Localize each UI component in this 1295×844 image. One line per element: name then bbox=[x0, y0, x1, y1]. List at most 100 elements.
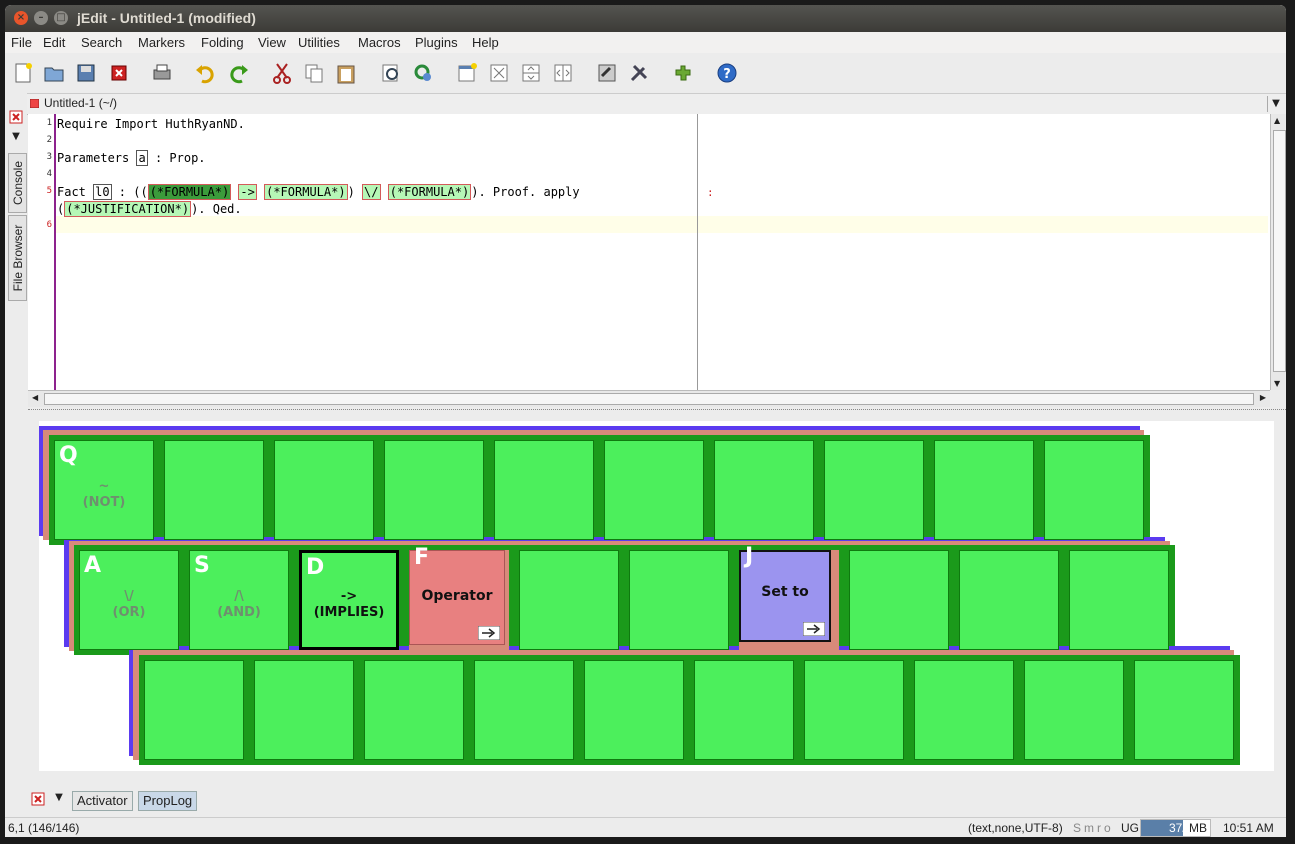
close-dock-icon[interactable] bbox=[8, 109, 24, 125]
key-y[interactable] bbox=[604, 440, 704, 540]
splitter[interactable] bbox=[28, 409, 1286, 414]
line-number: 1 bbox=[46, 118, 52, 128]
unsplit-icon[interactable] bbox=[488, 62, 510, 84]
vertical-scrollbar[interactable]: ▲ ▼ bbox=[1270, 114, 1286, 390]
split-horizontal-icon[interactable] bbox=[520, 62, 542, 84]
key-x[interactable] bbox=[254, 660, 354, 760]
key-l[interactable] bbox=[959, 550, 1059, 650]
scroll-left-icon[interactable]: ◀ bbox=[32, 393, 38, 402]
key-p[interactable] bbox=[1044, 440, 1144, 540]
line-number: 3 bbox=[46, 152, 52, 162]
jedit-window: × – □ jEdit - Untitled-1 (modified) File… bbox=[5, 5, 1286, 837]
key-c[interactable] bbox=[364, 660, 464, 760]
menu-help[interactable]: Help bbox=[472, 35, 499, 50]
menu-utilities[interactable]: Utilities bbox=[298, 35, 340, 50]
or-operator: \/ bbox=[362, 184, 381, 200]
menu-view[interactable]: View bbox=[258, 35, 286, 50]
scroll-down-icon[interactable]: ▼ bbox=[1274, 379, 1280, 388]
key-b[interactable] bbox=[584, 660, 684, 760]
buffer-options-icon[interactable] bbox=[596, 62, 618, 84]
line-number: 6 bbox=[46, 220, 52, 230]
paste-icon[interactable] bbox=[335, 62, 357, 84]
line-number: 5 bbox=[46, 186, 52, 196]
find-icon[interactable] bbox=[380, 62, 402, 84]
scroll-right-icon[interactable]: ▶ bbox=[1260, 393, 1266, 402]
key-z[interactable] bbox=[144, 660, 244, 760]
key-slash[interactable] bbox=[1134, 660, 1234, 760]
key-semicolon[interactable] bbox=[1069, 550, 1169, 650]
undo-icon[interactable] bbox=[194, 62, 216, 84]
help-icon[interactable]: ? bbox=[716, 62, 738, 84]
key-j[interactable]: J Set to bbox=[739, 544, 831, 642]
split-vertical-icon[interactable] bbox=[552, 62, 574, 84]
plugin-manager-icon[interactable] bbox=[672, 62, 694, 84]
key-k[interactable] bbox=[849, 550, 949, 650]
key-o[interactable] bbox=[934, 440, 1034, 540]
key-q[interactable]: Q ~ (NOT) bbox=[54, 440, 154, 540]
scroll-up-icon[interactable]: ▲ bbox=[1274, 116, 1280, 125]
find-replace-icon[interactable] bbox=[412, 62, 434, 84]
key-m[interactable] bbox=[804, 660, 904, 760]
horizontal-scrollbar[interactable]: ◀ ▶ bbox=[28, 390, 1270, 407]
cut-icon[interactable] bbox=[271, 62, 293, 84]
key-f[interactable]: F Operator bbox=[409, 545, 505, 645]
menu-file[interactable]: File bbox=[11, 35, 32, 50]
status-flags-2[interactable]: UG bbox=[1121, 821, 1139, 835]
tab-file-browser[interactable]: File Browser bbox=[8, 215, 27, 301]
bottom-dock: ▼ Activator PropLog bbox=[5, 783, 1286, 817]
key-v[interactable] bbox=[474, 660, 574, 760]
print-icon[interactable] bbox=[151, 62, 173, 84]
buffer-mode[interactable]: (text,none,UTF-8) bbox=[968, 821, 1063, 835]
key-h[interactable] bbox=[629, 550, 729, 650]
key-a[interactable]: A \/ (OR) bbox=[79, 550, 179, 650]
submenu-arrow-icon bbox=[478, 626, 500, 640]
key-w[interactable] bbox=[164, 440, 264, 540]
dock-menu-icon[interactable]: ▼ bbox=[51, 792, 67, 808]
maximize-window-button[interactable]: □ bbox=[54, 11, 68, 25]
code-line-5-wrap: ((*JUSTIFICATION*)). Qed. bbox=[57, 201, 242, 217]
key-d[interactable]: D -> (IMPLIES) bbox=[299, 550, 399, 650]
new-view-icon[interactable] bbox=[456, 62, 478, 84]
key-g[interactable] bbox=[519, 550, 619, 650]
scroll-thumb[interactable] bbox=[1273, 130, 1286, 372]
close-window-button[interactable]: × bbox=[14, 11, 28, 25]
menu-folding[interactable]: Folding bbox=[201, 35, 244, 50]
redo-icon[interactable] bbox=[228, 62, 250, 84]
save-file-icon[interactable] bbox=[75, 62, 97, 84]
new-file-icon[interactable] bbox=[12, 62, 34, 84]
key-n[interactable] bbox=[694, 660, 794, 760]
key-r[interactable] bbox=[384, 440, 484, 540]
key-e[interactable] bbox=[274, 440, 374, 540]
close-dock-icon[interactable] bbox=[30, 791, 46, 807]
tab-proplog[interactable]: PropLog bbox=[138, 791, 198, 811]
menu-markers[interactable]: Markers bbox=[138, 35, 185, 50]
menu-macros[interactable]: Macros bbox=[358, 35, 401, 50]
copy-icon[interactable] bbox=[303, 62, 325, 84]
tab-activator[interactable]: Activator bbox=[72, 791, 133, 811]
key-t[interactable] bbox=[494, 440, 594, 540]
key-period[interactable] bbox=[1024, 660, 1124, 760]
dock-menu-icon[interactable]: ▼ bbox=[8, 131, 24, 147]
caret-position[interactable]: 6,1 (146/146) bbox=[8, 821, 79, 835]
key-i[interactable] bbox=[824, 440, 924, 540]
chevron-down-icon[interactable]: ▼ bbox=[1267, 96, 1284, 112]
key-u[interactable] bbox=[714, 440, 814, 540]
menu-plugins[interactable]: Plugins bbox=[415, 35, 458, 50]
tab-console[interactable]: Console bbox=[8, 153, 27, 213]
global-options-icon[interactable] bbox=[628, 62, 650, 84]
wrap-guide bbox=[697, 114, 698, 390]
menu-edit[interactable]: Edit bbox=[43, 35, 65, 50]
minimize-window-button[interactable]: – bbox=[34, 11, 48, 25]
open-file-icon[interactable] bbox=[43, 62, 65, 84]
text-area[interactable]: 1 2 3 4 5 6 Require Import HuthRyanND. P… bbox=[28, 114, 1270, 390]
memory-gauge[interactable]: 37/60 MB bbox=[1140, 819, 1211, 837]
menu-search[interactable]: Search bbox=[81, 35, 122, 50]
key-s[interactable]: S/\ (AND) bbox=[189, 550, 289, 650]
code-line-3: Parameters a : Prop. bbox=[57, 150, 206, 166]
status-flags[interactable]: Smro bbox=[1073, 821, 1114, 835]
gutter: 1 2 3 4 5 6 bbox=[28, 114, 56, 390]
scroll-thumb[interactable] bbox=[44, 393, 1254, 405]
buffer-switcher[interactable]: Untitled-1 (~/) ▼ bbox=[27, 93, 1286, 115]
close-file-icon[interactable] bbox=[108, 62, 130, 84]
key-comma[interactable] bbox=[914, 660, 1014, 760]
